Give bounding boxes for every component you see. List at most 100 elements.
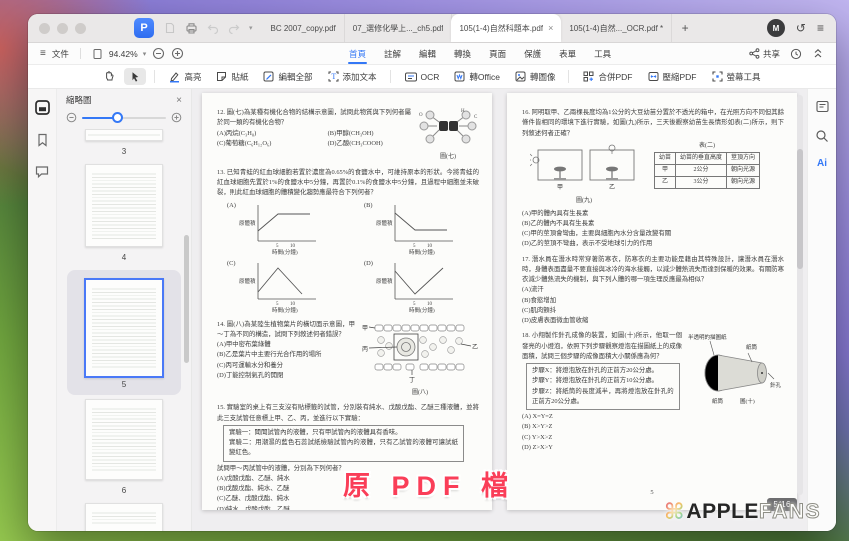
properties-panel-icon[interactable]: [815, 99, 830, 114]
svg-text:甲: 甲: [557, 184, 563, 191]
thumbnail-scrollbar[interactable]: [184, 235, 189, 363]
window-controls: [28, 23, 96, 34]
save-icon[interactable]: [164, 22, 176, 34]
select-tool-button[interactable]: [124, 68, 146, 85]
sticker-button[interactable]: 貼紙: [210, 68, 253, 85]
option: (C) Y>X>Z: [522, 433, 682, 443]
experiment-1: 實驗一：聞聞試管內的液體，只有甲試管內的液體具有香味。: [229, 428, 458, 438]
menu-edit[interactable]: 編輯: [410, 43, 445, 64]
slider-track[interactable]: [82, 117, 166, 119]
menu-form[interactable]: 表單: [550, 43, 585, 64]
thumbnail-page-7-partial[interactable]: [85, 503, 163, 531]
graph-c: 原體積 5 10 時間(分鐘): [238, 259, 326, 315]
zoom-window-button[interactable]: [75, 23, 86, 34]
menu-annotate[interactable]: 註解: [375, 43, 410, 64]
menu-tools[interactable]: 工具: [585, 43, 620, 64]
tab-bc2007[interactable]: BC 2007_copy.pdf: [263, 14, 345, 42]
share-label: 共享: [763, 48, 780, 60]
highlight-button[interactable]: 高亮: [163, 68, 206, 85]
zoom-chevron-icon[interactable]: ▾: [143, 50, 147, 58]
svg-text:5: 5: [276, 244, 279, 249]
compress-pdf-button[interactable]: 壓縮PDF: [642, 68, 702, 85]
slider-knob[interactable]: [112, 112, 123, 123]
screen-tools-button[interactable]: 螢幕工具: [706, 68, 766, 85]
question-text: 14. 圖(八)為某陸生植物葉片的橫切面示意圖，甲～丁為不同的構造，試問下列敘述…: [217, 320, 355, 341]
experiment-box: 實驗一：聞聞試管內的液體，只有甲試管內的液體具有香味。 實驗二：用潮濕的藍色石蕊…: [223, 425, 464, 462]
option: (A)流汗: [522, 285, 784, 295]
zoom-out-icon[interactable]: [152, 47, 165, 60]
redo-icon[interactable]: [228, 23, 240, 34]
zoom-in-icon[interactable]: [171, 47, 184, 60]
annotations-panel-icon[interactable]: [34, 164, 50, 179]
menu-protect[interactable]: 保護: [515, 43, 550, 64]
to-image-button[interactable]: 轉圖像: [509, 68, 561, 85]
close-tab-icon[interactable]: ×: [548, 24, 553, 33]
svg-text:乙: 乙: [472, 344, 478, 351]
app-menu-icon[interactable]: ≡: [817, 22, 824, 34]
close-panel-icon[interactable]: ×: [176, 95, 182, 106]
thumbnail-page-5-selected[interactable]: 5: [67, 270, 181, 395]
tab-105-ocr[interactable]: 105(1-4)自然..._OCR.pdf *: [561, 14, 672, 42]
thumbnails-panel-icon[interactable]: [34, 99, 51, 116]
table-cell: 朝向光源: [727, 165, 760, 177]
thumbnail-page-5-image[interactable]: [84, 278, 164, 378]
slider-zoom-out-icon[interactable]: [66, 112, 77, 123]
share-button[interactable]: 共享: [749, 48, 780, 60]
ocr-button[interactable]: OCR: [399, 69, 445, 85]
menu-page[interactable]: 頁面: [480, 43, 515, 64]
collapse-toolbar-icon[interactable]: [812, 48, 824, 59]
figure-caption: 圖(八): [361, 389, 479, 399]
slider-zoom-in-icon[interactable]: [171, 112, 182, 123]
minimize-window-button[interactable]: [57, 23, 68, 34]
bookmarks-panel-icon[interactable]: [35, 132, 50, 148]
menu-home[interactable]: 首頁: [340, 43, 375, 64]
viewer-scrollbar-thumb[interactable]: [797, 149, 803, 269]
thumbnail-label-3: 3: [122, 147, 126, 156]
edit-all-button[interactable]: 編輯全部: [257, 68, 317, 85]
table-cell: 2公分: [676, 165, 727, 177]
tab-ch5[interactable]: 07_選修化學上..._ch5.pdf: [345, 14, 453, 42]
print-icon[interactable]: [185, 22, 198, 34]
to-office-button[interactable]: 轉Office: [448, 68, 505, 85]
file-menu-icon: ≡: [40, 49, 46, 59]
screen-tools-icon: [711, 70, 724, 83]
menu-convert[interactable]: 轉換: [445, 43, 480, 64]
zoom-level[interactable]: 94.42% ▾: [109, 49, 146, 59]
page-view-icon[interactable]: [92, 48, 103, 60]
option: (C)丙可運輸水分和養分: [217, 361, 355, 371]
svg-text:原體積: 原體積: [376, 277, 393, 285]
table-cell: 乙: [655, 177, 676, 189]
hand-tool-button[interactable]: [98, 68, 120, 85]
file-menu[interactable]: 文件: [52, 48, 69, 60]
option: (D)純水、戊酸戊酯、乙醚: [217, 505, 479, 510]
table-2: 表(二) 幼苗 幼苗的垂直高度 莖頂方向 甲 2公分: [654, 142, 760, 190]
steps-box: 步驟X：將燈泡放在針孔的正前方20公分處。 步驟Y：將燈泡放在針孔的正前方10公…: [526, 363, 680, 410]
merge-pdf-button[interactable]: 合併PDF: [577, 68, 637, 85]
cursor-icon: [129, 70, 141, 83]
sync-icon[interactable]: ↺: [796, 22, 806, 34]
new-tab-button[interactable]: +: [672, 14, 698, 42]
svg-text:5: 5: [276, 302, 279, 307]
desktop-background: P ▾ BC 2007_copy.pdf 07_選修化學上..._ch5.pdf…: [0, 0, 849, 541]
highlighter-icon: [168, 70, 181, 83]
page-number: 5: [507, 488, 797, 498]
ai-assistant-button[interactable]: Ai: [817, 158, 827, 169]
table-header: 莖頂方向: [727, 153, 760, 165]
undo-icon[interactable]: [207, 23, 219, 34]
tab-105-exam-active[interactable]: 105(1-4)自然科題本.pdf ×: [451, 14, 561, 42]
highlight-label: 高亮: [184, 71, 201, 83]
thumbnail-page-6[interactable]: [85, 399, 163, 480]
question-text: 16. 阿明取甲、乙兩棵長度均為1公分的大豆幼苗分置於不透光的箱中，在光照方向不…: [522, 108, 784, 139]
question-text: 13. 已知青蛙的紅血球細胞若置於濃度為0.65%的食鹽水中，可維持原本的形狀。…: [217, 168, 479, 199]
search-icon[interactable]: [815, 129, 829, 143]
more-actions-chevron-icon[interactable]: ▾: [249, 24, 253, 32]
question-13: 13. 已知青蛙的紅血球細胞若置於濃度為0.65%的食鹽水中，可維持原本的形狀。…: [217, 168, 479, 315]
thumbnail-page-4[interactable]: [85, 164, 163, 247]
svg-text:T: T: [331, 72, 336, 81]
thumbnail-page-3-partial[interactable]: [85, 129, 163, 141]
account-avatar[interactable]: M: [767, 19, 785, 37]
pdf-page-5: 16. 阿明取甲、乙兩棵長度均為1公分的大豆幼苗分置於不透光的箱中，在光照方向不…: [507, 93, 797, 510]
history-icon[interactable]: [790, 48, 802, 60]
add-text-button[interactable]: T 添加文本: [322, 68, 382, 85]
close-window-button[interactable]: [39, 23, 50, 34]
